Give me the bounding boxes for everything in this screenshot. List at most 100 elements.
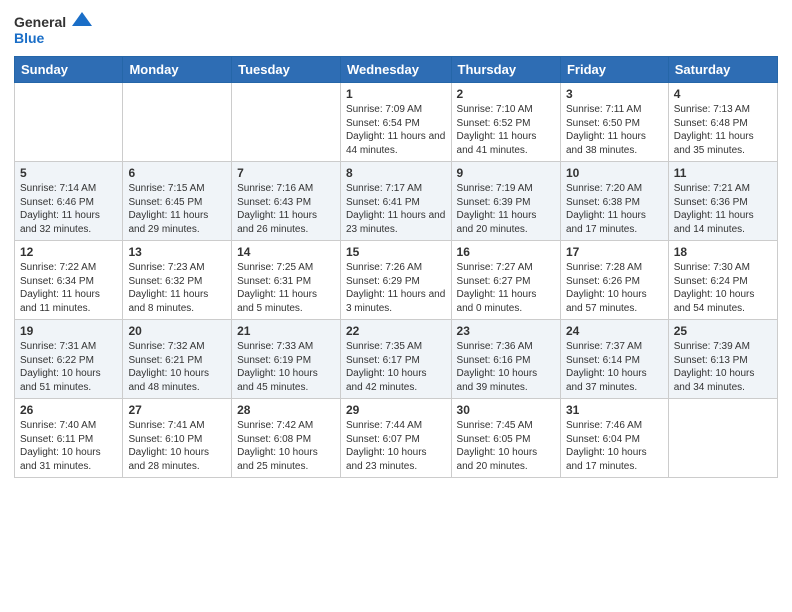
col-header-monday: Monday bbox=[123, 57, 232, 83]
svg-text:General: General bbox=[14, 14, 66, 30]
day-number: 6 bbox=[128, 166, 226, 180]
day-number: 20 bbox=[128, 324, 226, 338]
calendar-table: SundayMondayTuesdayWednesdayThursdayFrid… bbox=[14, 56, 778, 478]
day-cell: 8 Sunrise: 7:17 AM Sunset: 6:41 PM Daylig… bbox=[340, 162, 451, 241]
day-number: 5 bbox=[20, 166, 117, 180]
day-number: 10 bbox=[566, 166, 663, 180]
day-number: 12 bbox=[20, 245, 117, 259]
col-header-wednesday: Wednesday bbox=[340, 57, 451, 83]
day-info: Sunrise: 7:13 AM Sunset: 6:48 PM Dayligh… bbox=[674, 103, 772, 157]
day-info: Sunrise: 7:33 AM Sunset: 6:19 PM Dayligh… bbox=[237, 340, 335, 394]
svg-text:Blue: Blue bbox=[14, 30, 45, 46]
day-cell: 5Sunrise: 7:14 AM Sunset: 6:46 PM Daylig… bbox=[15, 162, 123, 241]
day-number: 9 bbox=[457, 166, 555, 180]
day-cell: 20 Sunrise: 7:32 AM Sunset: 6:21 PM Dayli… bbox=[123, 320, 232, 399]
day-number: 8 bbox=[346, 166, 446, 180]
day-info: Sunrise: 7:45 AM Sunset: 6:05 PM Dayligh… bbox=[457, 419, 555, 473]
day-cell: 2 Sunrise: 7:10 AM Sunset: 6:52 PM Daylig… bbox=[451, 83, 560, 162]
day-info: Sunrise: 7:19 AM Sunset: 6:39 PM Dayligh… bbox=[457, 182, 555, 236]
day-info: Sunrise: 7:42 AM Sunset: 6:08 PM Dayligh… bbox=[237, 419, 335, 473]
week-row-3: 12 Sunrise: 7:22 AM Sunset: 6:34 PM Dayli… bbox=[15, 241, 778, 320]
week-row-5: 26 Sunrise: 7:40 AM Sunset: 6:11 PM Dayli… bbox=[15, 399, 778, 478]
day-cell: 24 Sunrise: 7:37 AM Sunset: 6:14 PM Dayli… bbox=[560, 320, 668, 399]
day-info: Sunrise: 7:35 AM Sunset: 6:17 PM Dayligh… bbox=[346, 340, 446, 394]
day-cell bbox=[668, 399, 777, 478]
day-cell: 12 Sunrise: 7:22 AM Sunset: 6:34 PM Dayli… bbox=[15, 241, 123, 320]
day-number: 31 bbox=[566, 403, 663, 417]
day-number: 21 bbox=[237, 324, 335, 338]
day-info: Sunrise: 7:17 AM Sunset: 6:41 PM Dayligh… bbox=[346, 182, 446, 236]
day-number: 29 bbox=[346, 403, 446, 417]
day-number: 18 bbox=[674, 245, 772, 259]
day-cell: 25Sunrise: 7:39 AM Sunset: 6:13 PM Dayli… bbox=[668, 320, 777, 399]
day-cell: 26 Sunrise: 7:40 AM Sunset: 6:11 PM Dayli… bbox=[15, 399, 123, 478]
day-number: 14 bbox=[237, 245, 335, 259]
day-number: 13 bbox=[128, 245, 226, 259]
day-cell: 9 Sunrise: 7:19 AM Sunset: 6:39 PM Daylig… bbox=[451, 162, 560, 241]
day-info: Sunrise: 7:23 AM Sunset: 6:32 PM Dayligh… bbox=[128, 261, 226, 315]
day-info: Sunrise: 7:21 AM Sunset: 6:36 PM Dayligh… bbox=[674, 182, 772, 236]
day-info: Sunrise: 7:15 AM Sunset: 6:45 PM Dayligh… bbox=[128, 182, 226, 236]
col-header-saturday: Saturday bbox=[668, 57, 777, 83]
day-info: Sunrise: 7:40 AM Sunset: 6:11 PM Dayligh… bbox=[20, 419, 117, 473]
day-cell: 27 Sunrise: 7:41 AM Sunset: 6:10 PM Dayli… bbox=[123, 399, 232, 478]
day-info: Sunrise: 7:39 AM Sunset: 6:13 PM Dayligh… bbox=[674, 340, 772, 394]
day-cell: 28 Sunrise: 7:42 AM Sunset: 6:08 PM Dayli… bbox=[232, 399, 341, 478]
day-info: Sunrise: 7:11 AM Sunset: 6:50 PM Dayligh… bbox=[566, 103, 663, 157]
day-cell: 23 Sunrise: 7:36 AM Sunset: 6:16 PM Dayli… bbox=[451, 320, 560, 399]
day-number: 27 bbox=[128, 403, 226, 417]
day-info: Sunrise: 7:25 AM Sunset: 6:31 PM Dayligh… bbox=[237, 261, 335, 315]
day-number: 22 bbox=[346, 324, 446, 338]
day-cell: 31 Sunrise: 7:46 AM Sunset: 6:04 PM Dayli… bbox=[560, 399, 668, 478]
day-info: Sunrise: 7:20 AM Sunset: 6:38 PM Dayligh… bbox=[566, 182, 663, 236]
day-cell: 21 Sunrise: 7:33 AM Sunset: 6:19 PM Dayli… bbox=[232, 320, 341, 399]
col-header-sunday: Sunday bbox=[15, 57, 123, 83]
page: General Blue SundayMondayTuesdayWednesda… bbox=[0, 0, 792, 612]
day-number: 16 bbox=[457, 245, 555, 259]
day-cell: 30 Sunrise: 7:45 AM Sunset: 6:05 PM Dayli… bbox=[451, 399, 560, 478]
day-cell: 18 Sunrise: 7:30 AM Sunset: 6:24 PM Dayli… bbox=[668, 241, 777, 320]
day-cell: 1 Sunrise: 7:09 AM Sunset: 6:54 PM Daylig… bbox=[340, 83, 451, 162]
day-info: Sunrise: 7:22 AM Sunset: 6:34 PM Dayligh… bbox=[20, 261, 117, 315]
day-cell bbox=[123, 83, 232, 162]
col-header-tuesday: Tuesday bbox=[232, 57, 341, 83]
day-number: 30 bbox=[457, 403, 555, 417]
day-cell: 10 Sunrise: 7:20 AM Sunset: 6:38 PM Dayli… bbox=[560, 162, 668, 241]
day-cell: 7Sunrise: 7:16 AM Sunset: 6:43 PM Daylig… bbox=[232, 162, 341, 241]
day-cell: 6 Sunrise: 7:15 AM Sunset: 6:45 PM Daylig… bbox=[123, 162, 232, 241]
day-info: Sunrise: 7:32 AM Sunset: 6:21 PM Dayligh… bbox=[128, 340, 226, 394]
day-number: 28 bbox=[237, 403, 335, 417]
day-info: Sunrise: 7:16 AM Sunset: 6:43 PM Dayligh… bbox=[237, 182, 335, 236]
generalblue-logo-icon: General Blue bbox=[14, 10, 94, 50]
day-cell: 19Sunrise: 7:31 AM Sunset: 6:22 PM Dayli… bbox=[15, 320, 123, 399]
day-number: 17 bbox=[566, 245, 663, 259]
day-cell: 29 Sunrise: 7:44 AM Sunset: 6:07 PM Dayli… bbox=[340, 399, 451, 478]
day-info: Sunrise: 7:09 AM Sunset: 6:54 PM Dayligh… bbox=[346, 103, 446, 157]
day-info: Sunrise: 7:28 AM Sunset: 6:26 PM Dayligh… bbox=[566, 261, 663, 315]
day-info: Sunrise: 7:44 AM Sunset: 6:07 PM Dayligh… bbox=[346, 419, 446, 473]
day-cell: 4Sunrise: 7:13 AM Sunset: 6:48 PM Daylig… bbox=[668, 83, 777, 162]
day-number: 2 bbox=[457, 87, 555, 101]
day-cell: 22 Sunrise: 7:35 AM Sunset: 6:17 PM Dayli… bbox=[340, 320, 451, 399]
day-info: Sunrise: 7:41 AM Sunset: 6:10 PM Dayligh… bbox=[128, 419, 226, 473]
day-cell: 11Sunrise: 7:21 AM Sunset: 6:36 PM Dayli… bbox=[668, 162, 777, 241]
day-cell: 17 Sunrise: 7:28 AM Sunset: 6:26 PM Dayli… bbox=[560, 241, 668, 320]
day-number: 26 bbox=[20, 403, 117, 417]
day-info: Sunrise: 7:46 AM Sunset: 6:04 PM Dayligh… bbox=[566, 419, 663, 473]
day-cell: 3Sunrise: 7:11 AM Sunset: 6:50 PM Daylig… bbox=[560, 83, 668, 162]
week-row-4: 19Sunrise: 7:31 AM Sunset: 6:22 PM Dayli… bbox=[15, 320, 778, 399]
day-number: 23 bbox=[457, 324, 555, 338]
day-number: 1 bbox=[346, 87, 446, 101]
logo: General Blue bbox=[14, 10, 94, 50]
col-header-thursday: Thursday bbox=[451, 57, 560, 83]
day-info: Sunrise: 7:36 AM Sunset: 6:16 PM Dayligh… bbox=[457, 340, 555, 394]
day-info: Sunrise: 7:37 AM Sunset: 6:14 PM Dayligh… bbox=[566, 340, 663, 394]
day-cell: 16Sunrise: 7:27 AM Sunset: 6:27 PM Dayli… bbox=[451, 241, 560, 320]
day-info: Sunrise: 7:30 AM Sunset: 6:24 PM Dayligh… bbox=[674, 261, 772, 315]
week-row-2: 5Sunrise: 7:14 AM Sunset: 6:46 PM Daylig… bbox=[15, 162, 778, 241]
day-cell bbox=[232, 83, 341, 162]
day-cell bbox=[15, 83, 123, 162]
day-info: Sunrise: 7:10 AM Sunset: 6:52 PM Dayligh… bbox=[457, 103, 555, 157]
day-number: 24 bbox=[566, 324, 663, 338]
day-info: Sunrise: 7:31 AM Sunset: 6:22 PM Dayligh… bbox=[20, 340, 117, 394]
